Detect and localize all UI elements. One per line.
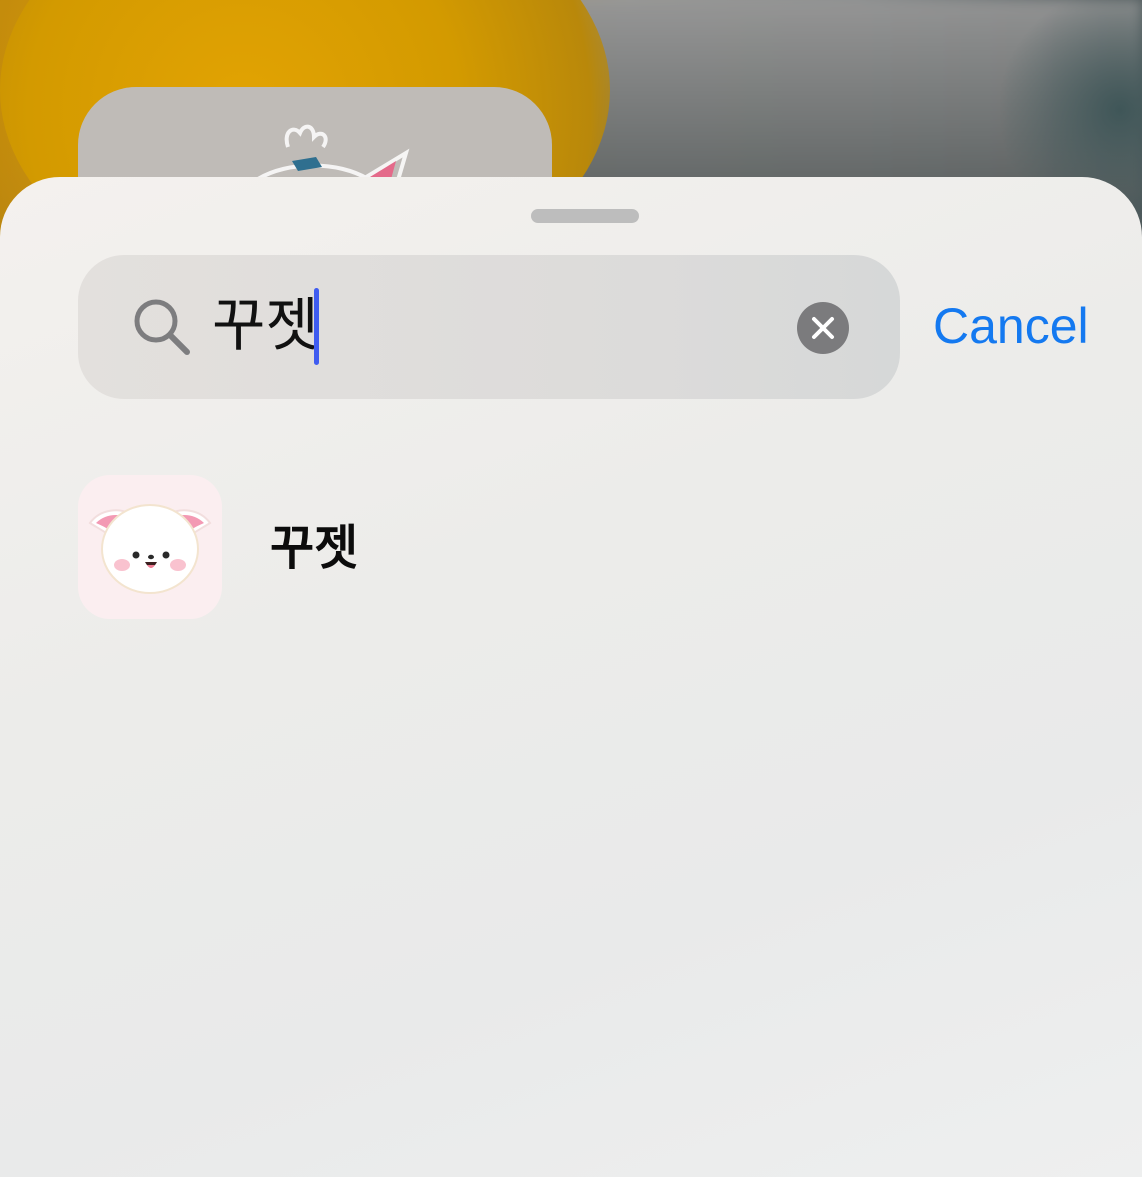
result-label: 꾸젯 [270,520,359,576]
search-result-item[interactable]: 꾸젯 [78,475,1078,621]
cancel-button[interactable]: Cancel [933,294,1089,358]
text-caret [314,288,319,365]
close-icon [812,317,834,339]
clear-search-button[interactable] [797,302,849,354]
search-input[interactable]: 꾸젯 [212,285,319,365]
sheet-grabber-handle[interactable] [531,209,639,223]
bunny-mascot-app-icon [78,475,222,619]
magnifying-glass-icon [134,299,190,355]
search-field[interactable] [78,255,900,399]
